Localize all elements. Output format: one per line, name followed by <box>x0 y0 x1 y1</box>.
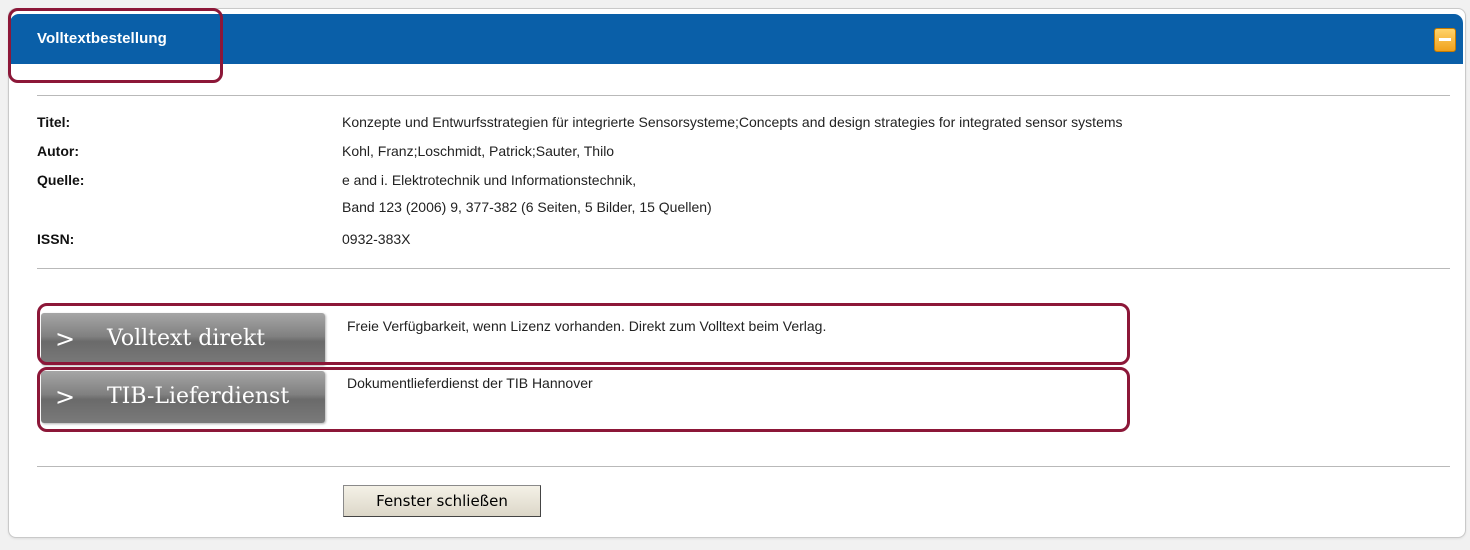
order-dialog <box>8 8 1466 538</box>
divider-bottom <box>37 466 1450 467</box>
issn-value: 0932-383X <box>342 231 411 247</box>
divider-top <box>37 95 1450 96</box>
source-line-1: e and i. Elektrotechnik und Informations… <box>342 172 637 188</box>
minimize-icon <box>1439 38 1451 41</box>
source-label: Quelle: <box>37 172 85 188</box>
titlebar-divider <box>18 64 1463 74</box>
option-highlight-box-1 <box>37 303 1130 365</box>
divider-middle <box>37 268 1450 269</box>
title-label: Titel: <box>37 114 71 130</box>
option-highlight-box-2 <box>37 367 1130 432</box>
title-highlight-box <box>8 8 223 83</box>
author-value: Kohl, Franz;Loschmidt, Patrick;Sauter, T… <box>342 143 615 159</box>
minimize-button[interactable] <box>1434 28 1456 52</box>
author-label: Autor: <box>37 143 79 159</box>
issn-label: ISSN: <box>37 231 75 247</box>
source-line-2: Band 123 (2006) 9, 377-382 (6 Seiten, 5 … <box>342 199 712 215</box>
title-value: Konzepte und Entwurfsstrategien für inte… <box>342 114 1123 130</box>
dialog-titlebar <box>10 14 1463 64</box>
close-window-button[interactable]: Fenster schließen <box>343 485 541 517</box>
